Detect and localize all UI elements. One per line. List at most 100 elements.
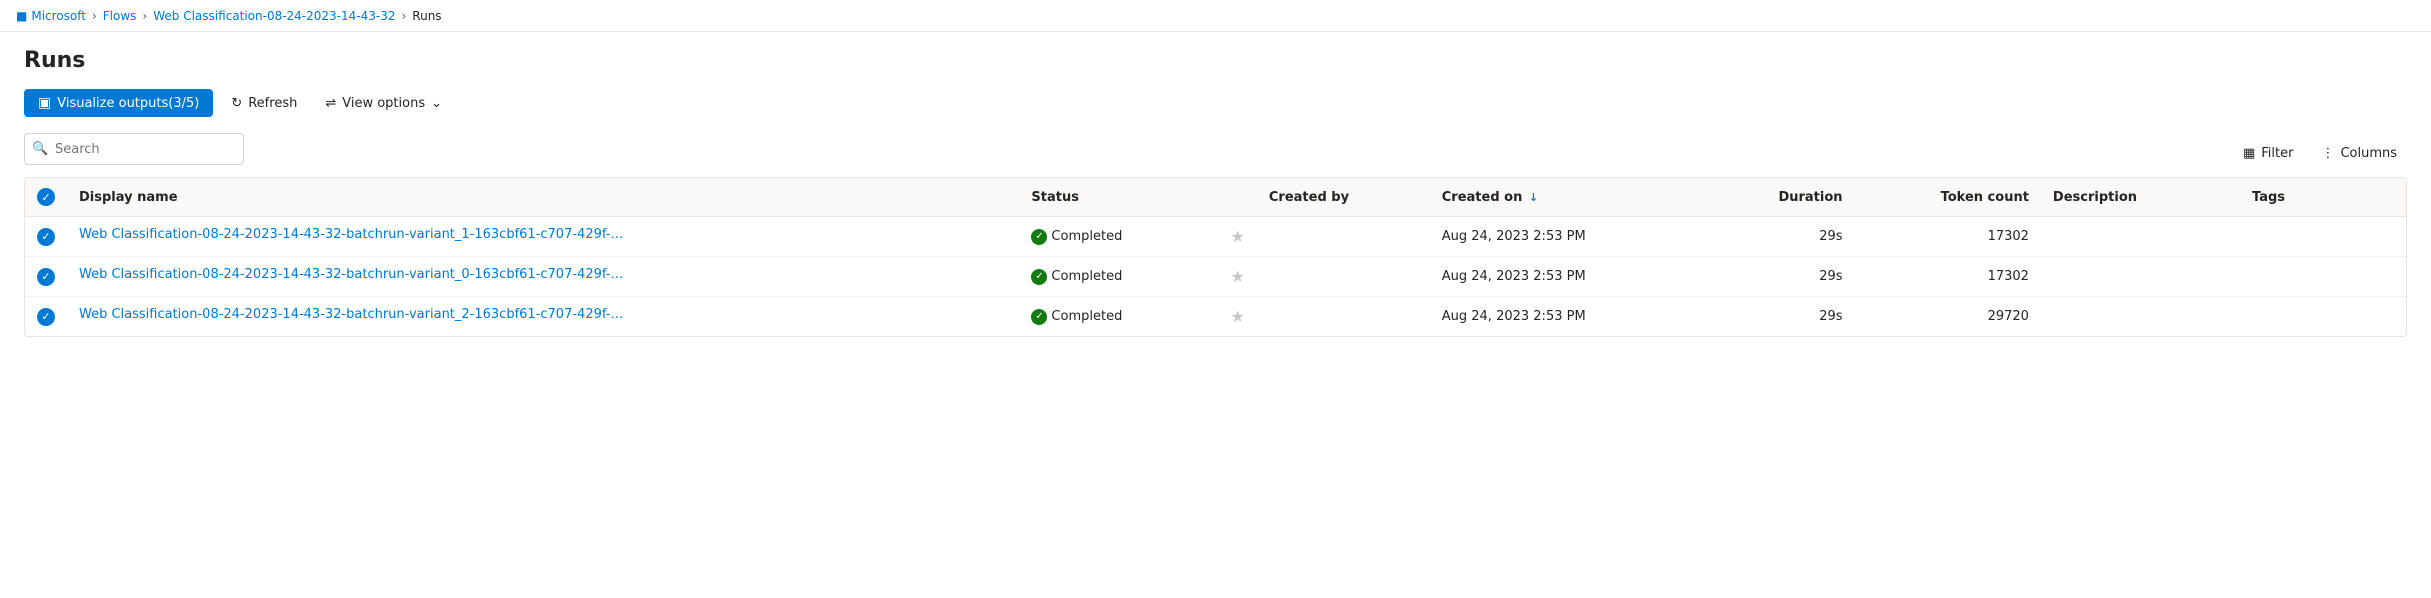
view-options-icon: ⇌ — [325, 96, 336, 111]
row-checkbox-0[interactable]: ✓ — [25, 217, 67, 257]
select-all-checkbox[interactable]: ✓ — [37, 188, 55, 206]
page-content: Runs ▣ Visualize outputs(3/5) ↻ Refresh … — [0, 32, 2431, 353]
row-description-0 — [2041, 217, 2240, 257]
display-name-link-0[interactable]: Web Classification-08-24-2023-14-43-32-b… — [79, 227, 629, 242]
row-display-name-2: Web Classification-08-24-2023-14-43-32-b… — [67, 297, 1019, 337]
row-duration-0: 29s — [1708, 217, 1854, 257]
status-label-0: Completed — [1051, 229, 1122, 244]
row-description-1 — [2041, 257, 2240, 297]
display-name-link-2[interactable]: Web Classification-08-24-2023-14-43-32-b… — [79, 307, 629, 322]
columns-button[interactable]: ⋮ Columns — [2311, 140, 2407, 167]
breadcrumb-sep-3: › — [401, 9, 406, 23]
status-icon-0: ✓ — [1031, 229, 1047, 245]
display-name-link-1[interactable]: Web Classification-08-24-2023-14-43-32-b… — [79, 267, 629, 282]
row-tags-1 — [2240, 257, 2406, 297]
filter-button[interactable]: ▦ Filter — [2233, 140, 2304, 167]
row-check-circle-1: ✓ — [37, 268, 55, 286]
view-options-button[interactable]: ⇌ View options ⌄ — [315, 90, 452, 117]
breadcrumb-bar: ■ Microsoft › Flows › Web Classification… — [0, 0, 2431, 32]
table-row: ✓ Web Classification-08-24-2023-14-43-32… — [25, 257, 2406, 297]
table-toolbar: 🔍 ▦ Filter ⋮ Columns — [24, 133, 2407, 173]
star-icon-1[interactable]: ★ — [1231, 267, 1245, 286]
header-created-by: Created by — [1257, 178, 1430, 217]
header-token-count: Token count — [1855, 178, 2041, 217]
chevron-down-icon: ⌄ — [431, 96, 442, 111]
table-row: ✓ Web Classification-08-24-2023-14-43-32… — [25, 217, 2406, 257]
row-tags-2 — [2240, 297, 2406, 337]
row-checkbox-1[interactable]: ✓ — [25, 257, 67, 297]
header-checkbox: ✓ — [25, 178, 67, 217]
row-star-2[interactable]: ★ — [1219, 297, 1257, 337]
refresh-button[interactable]: ↻ Refresh — [221, 90, 307, 117]
row-status-1: ✓ Completed — [1019, 257, 1218, 297]
status-completed-1: ✓ Completed — [1031, 269, 1206, 285]
row-check-circle-2: ✓ — [37, 308, 55, 326]
table-actions-right: ▦ Filter ⋮ Columns — [2233, 140, 2407, 167]
row-duration-2: 29s — [1708, 297, 1854, 337]
row-star-0[interactable]: ★ — [1219, 217, 1257, 257]
row-display-name-1: Web Classification-08-24-2023-14-43-32-b… — [67, 257, 1019, 297]
row-created-by-1 — [1257, 257, 1430, 297]
row-checkbox-2[interactable]: ✓ — [25, 297, 67, 337]
columns-icon: ⋮ — [2321, 146, 2334, 161]
refresh-icon: ↻ — [231, 96, 242, 111]
filter-icon: ▦ — [2243, 146, 2255, 161]
breadcrumb-current: Runs — [412, 9, 441, 23]
filter-label: Filter — [2261, 146, 2293, 161]
status-completed-2: ✓ Completed — [1031, 309, 1206, 325]
toolbar: ▣ Visualize outputs(3/5) ↻ Refresh ⇌ Vie… — [24, 89, 2407, 117]
runs-table-container: ✓ Display name Status Created by Created… — [24, 177, 2407, 337]
visualize-outputs-button[interactable]: ▣ Visualize outputs(3/5) — [24, 89, 213, 117]
header-star — [1219, 178, 1257, 217]
row-tags-0 — [2240, 217, 2406, 257]
status-label-1: Completed — [1051, 269, 1122, 284]
breadcrumb-sep-2: › — [142, 9, 147, 23]
star-icon-2[interactable]: ★ — [1231, 307, 1245, 326]
status-completed-0: ✓ Completed — [1031, 229, 1206, 245]
table-body: ✓ Web Classification-08-24-2023-14-43-32… — [25, 217, 2406, 337]
row-description-2 — [2041, 297, 2240, 337]
search-icon: 🔍 — [32, 142, 48, 157]
status-icon-2: ✓ — [1031, 309, 1047, 325]
row-star-1[interactable]: ★ — [1219, 257, 1257, 297]
table-row: ✓ Web Classification-08-24-2023-14-43-32… — [25, 297, 2406, 337]
breadcrumb-sep-1: › — [92, 9, 97, 23]
refresh-label: Refresh — [248, 96, 297, 111]
row-created-by-2 — [1257, 297, 1430, 337]
star-icon-0[interactable]: ★ — [1231, 227, 1245, 246]
status-label-2: Completed — [1051, 309, 1122, 324]
search-container: 🔍 — [24, 133, 244, 165]
header-duration: Duration — [1708, 178, 1854, 217]
header-tags: Tags — [2240, 178, 2406, 217]
breadcrumb-flow-name[interactable]: Web Classification-08-24-2023-14-43-32 — [153, 9, 395, 23]
header-created-on[interactable]: Created on ↓ — [1430, 178, 1709, 217]
row-status-2: ✓ Completed — [1019, 297, 1218, 337]
row-token-count-2: 29720 — [1855, 297, 2041, 337]
row-check-circle-0: ✓ — [37, 228, 55, 246]
search-input[interactable] — [24, 133, 244, 165]
breadcrumb-flows[interactable]: Flows — [103, 9, 137, 23]
row-duration-1: 29s — [1708, 257, 1854, 297]
sort-arrow-icon: ↓ — [1529, 191, 1538, 204]
row-created-on-2: Aug 24, 2023 2:53 PM — [1430, 297, 1709, 337]
columns-label: Columns — [2340, 146, 2397, 161]
runs-table: ✓ Display name Status Created by Created… — [25, 178, 2406, 336]
header-status: Status — [1019, 178, 1218, 217]
view-options-label: View options — [342, 96, 425, 111]
status-icon-1: ✓ — [1031, 269, 1047, 285]
row-status-0: ✓ Completed — [1019, 217, 1218, 257]
row-created-on-1: Aug 24, 2023 2:53 PM — [1430, 257, 1709, 297]
breadcrumb-microsoft[interactable]: Microsoft — [31, 9, 86, 23]
header-display-name[interactable]: Display name — [67, 178, 1019, 217]
page-title: Runs — [24, 48, 2407, 73]
row-created-on-0: Aug 24, 2023 2:53 PM — [1430, 217, 1709, 257]
visualize-icon: ▣ — [38, 95, 51, 111]
header-description: Description — [2041, 178, 2240, 217]
visualize-outputs-label: Visualize outputs(3/5) — [57, 96, 199, 111]
row-token-count-1: 17302 — [1855, 257, 2041, 297]
microsoft-logo: ■ — [16, 9, 27, 23]
row-created-by-0 — [1257, 217, 1430, 257]
row-display-name-0: Web Classification-08-24-2023-14-43-32-b… — [67, 217, 1019, 257]
table-header-row: ✓ Display name Status Created by Created… — [25, 178, 2406, 217]
row-token-count-0: 17302 — [1855, 217, 2041, 257]
